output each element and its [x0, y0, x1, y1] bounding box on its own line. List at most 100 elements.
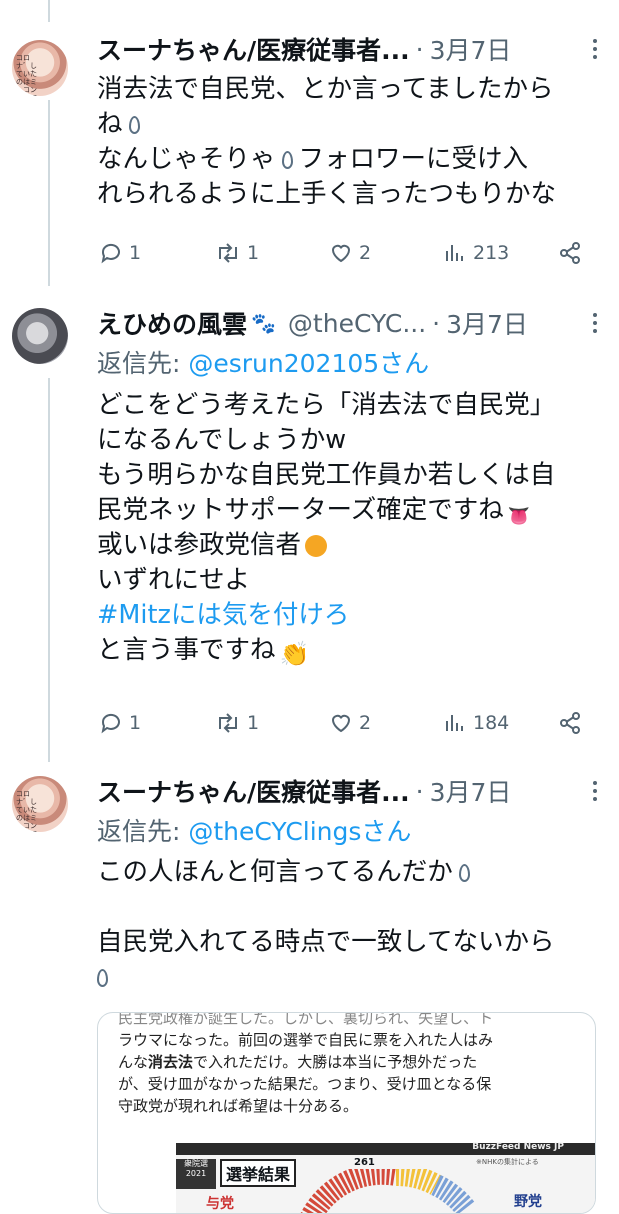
reply-count: 1 [129, 242, 142, 264]
tweet[interactable]: えひめの風雲 🐾 @theCYC... · 3月7日 返信先: @esrun20… [0, 290, 619, 760]
tweet-line: になるんでしょうかw [97, 425, 347, 455]
orange-circle-icon [305, 535, 328, 557]
more-options-icon[interactable] [585, 32, 605, 66]
avatar-text: コロナ゛していたのはミトコンドリアご存知 [16, 54, 37, 96]
ruling-party-label: 与党 [206, 1196, 234, 1212]
heart-icon [331, 714, 351, 733]
sweat-drop-icon [458, 864, 470, 882]
reply-to: 返信先: @theCYClingsさん [97, 812, 411, 848]
views-chart-icon [446, 245, 463, 261]
tweet-line: れられるように上手く言ったつもりかな [97, 179, 557, 209]
like-button[interactable]: 2 [329, 711, 371, 735]
excerpt-line: ラウマになった。前回の選挙で自民に票を入れた人はみ [118, 1031, 494, 1049]
author-name[interactable]: スーナちゃん/医療従事者... [97, 31, 410, 67]
reply-to-label: 返信先: [97, 349, 189, 378]
reply-to-label: 返信先: [97, 817, 189, 846]
election-badge: 衆院選 2021 [176, 1159, 216, 1189]
tweet-line: 消去法で自民党、とか言ってましたから [97, 74, 554, 104]
excerpt-line: んな消去法で入れただけ。大勝は本当に予想外だった [118, 1053, 478, 1071]
reply-button[interactable]: 1 [99, 711, 141, 735]
seat-arc-graphic [300, 1169, 475, 1213]
share-button[interactable] [557, 710, 583, 736]
tweet-line: この人ほんと何言ってるんだか [97, 854, 612, 889]
tweet-line: いずれにせよ [97, 565, 251, 595]
tweet-text-segment: ね [97, 109, 123, 139]
tweet-line: どこをどう考えたら「消去法で自民党」 [97, 390, 556, 420]
share-icon [560, 712, 580, 734]
retweet-button[interactable]: 1 [215, 241, 259, 265]
like-count: 2 [359, 712, 372, 734]
hashtag-link[interactable]: #Mitzには気を付けろ [97, 598, 612, 633]
tweet-header: スーナちゃん/医療従事者... · 3月7日 [97, 32, 605, 66]
tweet-line: ね [97, 107, 612, 142]
views-count: 184 [473, 712, 510, 734]
tweet-date[interactable]: 3月7日 [430, 773, 512, 809]
more-options-icon[interactable] [585, 306, 605, 340]
separator-dot: · [415, 776, 424, 806]
author-name[interactable]: えひめの風雲 [97, 305, 247, 341]
tweet-date[interactable]: 3月7日 [430, 31, 512, 67]
clapping-hands-icon: 👏 [279, 640, 310, 668]
graphic-header-bar: BuzzFeed News JP [176, 1142, 595, 1155]
tweet[interactable]: コロナ゛していたのはミトコンドリアご存知 スーナちゃん/医療従事者... · 3… [0, 0, 619, 290]
buzzfeed-logo: BuzzFeed News JP [472, 1142, 564, 1152]
views-button[interactable]: 213 [443, 241, 509, 265]
views-chart-icon [446, 715, 463, 731]
like-button[interactable]: 2 [329, 241, 371, 265]
sweat-drop-icon [128, 116, 140, 134]
avatar[interactable] [12, 308, 68, 364]
retweet-count: 1 [247, 242, 260, 264]
share-button[interactable] [557, 240, 583, 266]
retweet-icon [219, 713, 237, 733]
reply-button[interactable]: 1 [99, 241, 141, 265]
avatar-text: コロナ゛していたのはミトコンドリアご存知 [16, 790, 37, 832]
like-count: 2 [359, 242, 372, 264]
reply-icon [101, 243, 120, 264]
reply-mention-link[interactable]: @theCYClingsさん [188, 817, 411, 846]
tweet-line [97, 889, 612, 924]
tweet-line: 或いは参政党信者 [97, 528, 612, 563]
attached-image[interactable]: 民主党政権が誕生した。しかし、裏切られ、失望し、ト ラウマになった。前回の選挙で… [97, 1012, 596, 1214]
tweet-text-segment: 或いは参政党信者 [97, 530, 302, 560]
reply-to: 返信先: @esrun202105さん [97, 344, 429, 380]
source-note: ※NHKの集計による [476, 1158, 539, 1166]
sweat-drop-icon [97, 969, 108, 987]
views-count: 213 [473, 242, 510, 264]
tweet-line: と言う事ですね 👏 [97, 633, 612, 668]
avatar[interactable]: コロナ゛していたのはミトコンドリアご存知 [12, 776, 68, 832]
tongue-face-icon: 👅 [507, 506, 531, 527]
author-name[interactable]: スーナちゃん/医療従事者... [97, 773, 410, 809]
tweet-text-segment: 民党ネットサポーターズ確定ですね [97, 495, 504, 525]
sweat-drop-icon [281, 151, 293, 169]
tweet-line: もう明らかな自民党工作員か若しくは自 [97, 460, 556, 490]
tweet-text-segment: と言う事ですね [97, 635, 276, 665]
excerpt-line: が、受け皿がなかった結果だ。つまり、受け皿となる保 [118, 1075, 492, 1093]
tweet-date[interactable]: 3月7日 [446, 305, 528, 341]
election-graphic: BuzzFeed News JP 衆院選 2021 選挙結果 261 ※NHKの… [176, 1142, 595, 1213]
tweet-line [97, 959, 612, 994]
tweet-line: なんじゃそりゃ フォロワーに受け入 [97, 142, 612, 177]
excerpt-line: 守政党が現れれば希望は十分ある。 [118, 1097, 359, 1115]
avatar[interactable]: コロナ゛していたのはミトコンドリアご存知 [12, 40, 68, 96]
tweet-header: えひめの風雲 🐾 @theCYC... · 3月7日 [97, 306, 605, 340]
tweet-text-segment: この人ほんと何言ってるんだか [97, 857, 453, 887]
graphic-title: 選挙結果 [220, 1159, 297, 1187]
views-button[interactable]: 184 [443, 711, 509, 735]
more-options-icon[interactable] [585, 774, 605, 808]
tweet-text: 消去法で自民党、とか言ってましたから ね なんじゃそりゃ フォロワーに受け入 れら… [97, 72, 612, 212]
reply-count: 1 [129, 712, 142, 734]
tweet-text: この人ほんと何言ってるんだか 自民党入れてる時点で一致してないから [97, 854, 612, 994]
tweet-actions: 1 1 2 184 [97, 706, 612, 740]
tweet-line: 自民党入れてる時点で一致してないから [97, 927, 555, 957]
article-excerpt: 民主党政権が誕生した。しかし、裏切られ、失望し、ト ラウマになった。前回の選挙で… [118, 1013, 578, 1117]
author-handle[interactable]: @theCYC... [288, 309, 426, 338]
tweet-line: 民党ネットサポーターズ確定ですね 👅 [97, 493, 612, 528]
excerpt-bold: 消去法 [148, 1053, 194, 1071]
paw-icon: 🐾 [251, 311, 276, 335]
reply-icon [101, 713, 120, 734]
share-icon [560, 242, 580, 264]
reply-mention-link[interactable]: @esrun202105さん [188, 349, 429, 378]
heart-icon [331, 244, 351, 263]
tweet-text-segment: フォロワーに受け入 [298, 144, 529, 174]
retweet-button[interactable]: 1 [215, 711, 259, 735]
